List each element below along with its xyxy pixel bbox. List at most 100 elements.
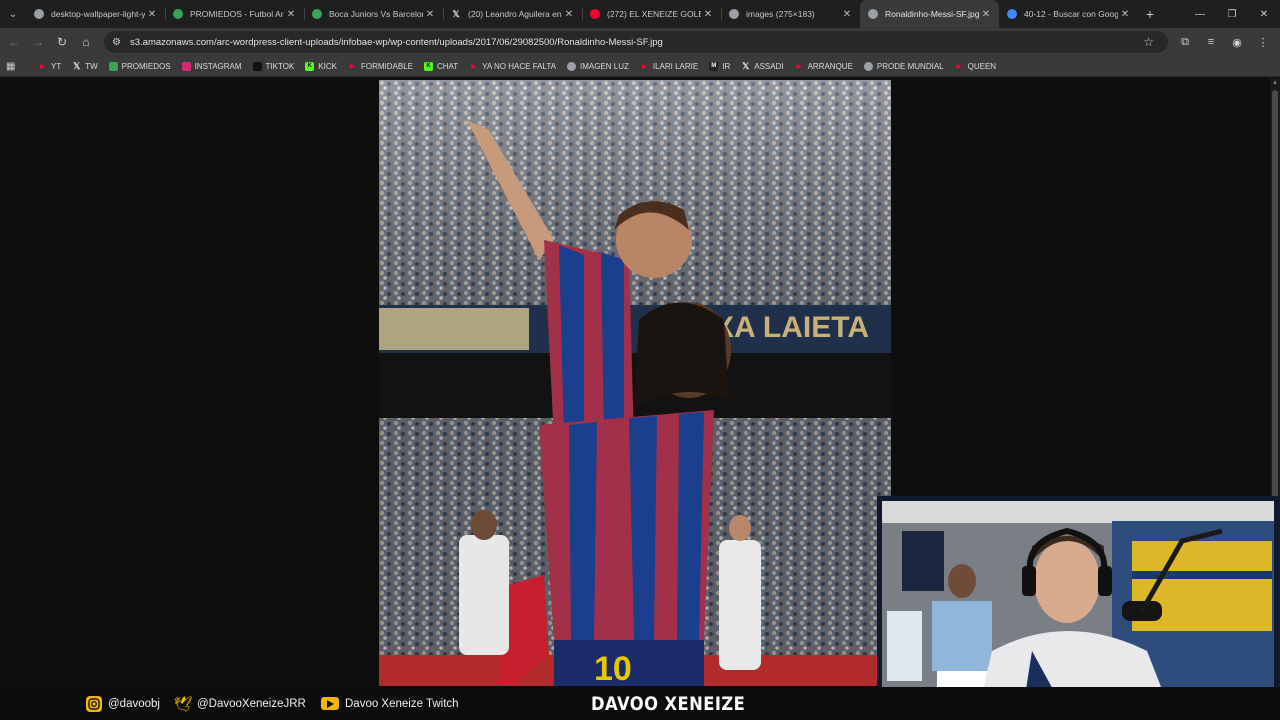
youtube-icon: ▶: [350, 63, 355, 70]
window-controls: — ❐ ✕: [1184, 0, 1280, 28]
tab-search-button[interactable]: ⌄: [0, 0, 26, 28]
bookmark-star-icon[interactable]: ☆: [1143, 35, 1154, 49]
bookmark-prode-mundial[interactable]: PRODE MUNDIAL: [863, 61, 944, 71]
close-tab-icon[interactable]: ✕: [979, 9, 993, 20]
globe-icon: [868, 9, 878, 19]
back-icon[interactable]: ←: [2, 28, 26, 56]
bookmark-label: PROMIEDOS: [121, 61, 171, 71]
close-tab-icon[interactable]: ✕: [145, 9, 159, 20]
bookmark-ir[interactable]: M IR: [709, 61, 731, 71]
bookmark-label: TW: [85, 61, 98, 71]
close-tab-icon[interactable]: ✕: [562, 9, 576, 20]
browser-toolbar: ← → ↻ ⌂ ⚙ s3.amazonaws.com/arc-wordpress…: [0, 28, 1280, 56]
bookmark-tiktok[interactable]: TIKTOK: [252, 61, 295, 71]
globe-icon: [34, 9, 44, 19]
tab-title: PROMIEDOS - Futbol Arg: [190, 9, 284, 19]
tab-title: (20) Leandro Aguilera en: [468, 9, 562, 19]
tiktok-icon: [252, 61, 262, 71]
site-info-icon[interactable]: ⚙: [112, 37, 128, 48]
bookmark-ilari-larie[interactable]: ▶ ILARI LARIE: [640, 62, 698, 71]
youtube-icon: ▶: [471, 63, 476, 70]
promiedos-icon: [312, 9, 322, 19]
extensions-icon[interactable]: ⧉: [1172, 28, 1198, 56]
bookmark-promiedos[interactable]: PROMIEDOS: [108, 61, 171, 71]
bookmark-tw[interactable]: 𝕏 TW: [72, 60, 98, 71]
bookmark-arranque[interactable]: ▶ ARRANQUE: [795, 62, 853, 71]
tab-3[interactable]: Boca Juniors Vs Barcelona ✕: [304, 0, 443, 28]
twitch-link: Davoo Xeneize Twitch: [321, 687, 459, 720]
x-icon: 𝕏: [73, 60, 81, 71]
tab-4[interactable]: 𝕏 (20) Leandro Aguilera en ✕: [443, 0, 582, 28]
twitch-link-text: Davoo Xeneize Twitch: [345, 697, 459, 710]
globe-icon: [729, 9, 739, 19]
twitter-handle: 🕊 @DavooXeneizeJRR: [173, 687, 305, 720]
reload-icon[interactable]: ↻: [50, 28, 74, 56]
scroll-up-icon[interactable]: ▲: [1272, 80, 1278, 86]
menu-icon[interactable]: ⋮: [1250, 28, 1276, 56]
globe-icon: [566, 61, 576, 71]
tab-6[interactable]: images (275×183) ✕: [721, 0, 860, 28]
bookmark-label: CHAT: [436, 61, 459, 71]
tab-title: (272) EL XENEIZE GOLEÓ: [607, 9, 701, 19]
tab-2[interactable]: PROMIEDOS - Futbol Arg ✕: [165, 0, 304, 28]
bookmark-imagen-luz[interactable]: IMAGEN LUZ: [566, 61, 629, 71]
close-tab-icon[interactable]: ✕: [1118, 9, 1132, 20]
mk-icon: M: [709, 61, 719, 71]
close-tab-icon[interactable]: ✕: [840, 9, 854, 20]
tab-1[interactable]: desktop-wallpaper-light-y ✕: [26, 0, 165, 28]
x-icon: 𝕏: [742, 60, 750, 71]
profile-avatar[interactable]: ◉: [1224, 28, 1250, 56]
tab-title: Ronaldinho-Messi-SF.jpg: [885, 9, 979, 19]
tab-7[interactable]: Ronaldinho-Messi-SF.jpg ✕: [860, 0, 999, 28]
forward-icon[interactable]: →: [26, 28, 50, 56]
bookmark-assadi[interactable]: 𝕏 ASSADI: [741, 60, 784, 71]
new-tab-button[interactable]: +: [1138, 6, 1162, 22]
bookmarks-bar: ▦ ▶ YT 𝕏 TW PROMIEDOS INSTAGRAM TIKTOK K KICK ▶ FO…: [0, 56, 1280, 77]
instagram-icon: [86, 695, 102, 712]
bookmark-yt[interactable]: ▶ YT: [38, 62, 61, 71]
bookmark-formidable[interactable]: ▶ FORMIDABLE: [348, 62, 413, 71]
tab-strip: ⌄ desktop-wallpaper-light-y ✕ PROMIEDOS - …: [0, 0, 1280, 28]
bookmark-label: TIKTOK: [265, 61, 295, 71]
bookmark-label: ASSADI: [754, 61, 784, 71]
bookmark-label: IR: [722, 61, 731, 71]
bookmark-queen[interactable]: ▶ QUEEN: [955, 62, 996, 71]
bookmark-instagram[interactable]: INSTAGRAM: [181, 61, 242, 71]
address-bar[interactable]: ⚙ s3.amazonaws.com/arc-wordpress-client-…: [104, 31, 1168, 53]
url-text: s3.amazonaws.com/arc-wordpress-client-up…: [130, 36, 663, 48]
bookmark-label: INSTAGRAM: [194, 61, 242, 71]
bookmark-label: YA NO HACE FALTA: [482, 61, 556, 71]
youtube-play-icon: [321, 697, 339, 710]
restore-icon[interactable]: ❐: [1216, 0, 1248, 28]
bookmark-ya-no-hace-falta[interactable]: ▶ YA NO HACE FALTA: [469, 62, 556, 71]
close-tab-icon[interactable]: ✕: [423, 9, 437, 20]
twitter-bird-icon: 🕊: [173, 695, 193, 713]
bookmark-label: QUEEN: [967, 61, 997, 71]
apps-grid-icon[interactable]: ▦: [6, 61, 28, 72]
close-window-icon[interactable]: ✕: [1248, 0, 1280, 28]
media-controls-icon[interactable]: ≡: [1198, 28, 1224, 56]
youtube-icon: ▶: [956, 63, 962, 70]
minimize-icon[interactable]: —: [1184, 0, 1216, 28]
bookmark-label: ILARI LARIE: [652, 61, 699, 71]
football-photo: XA LAIETA 10: [379, 80, 891, 686]
youtube-icon: ▶: [642, 63, 647, 70]
tab-title: Boca Juniors Vs Barcelona: [329, 9, 423, 19]
bookmark-label: ARRANQUE: [807, 61, 853, 71]
tab-8[interactable]: 40-12 - Buscar con Goog ✕: [999, 0, 1138, 28]
home-icon[interactable]: ⌂: [74, 28, 98, 56]
tab-5[interactable]: (272) EL XENEIZE GOLEÓ ✕: [582, 0, 721, 28]
instagram-icon: [181, 61, 191, 71]
close-tab-icon[interactable]: ✕: [284, 9, 298, 20]
bookmark-kick[interactable]: K KICK: [305, 61, 337, 71]
youtube-icon: ▶: [40, 63, 45, 70]
bookmark-chat[interactable]: K CHAT: [423, 61, 459, 71]
stream-overlay-bar: @davoobj 🕊 @DavooXeneizeJRR Davoo Xeneiz…: [0, 687, 1280, 720]
bookmark-label: PRODE MUNDIAL: [876, 61, 944, 71]
close-tab-icon[interactable]: ✕: [701, 9, 715, 20]
bookmark-label: KICK: [318, 61, 337, 71]
instagram-handle: @davoobj: [86, 687, 160, 720]
promiedos-icon: [108, 61, 118, 71]
globe-icon: [863, 61, 873, 71]
channel-brand: DAVOO XENEIZE: [591, 692, 746, 715]
